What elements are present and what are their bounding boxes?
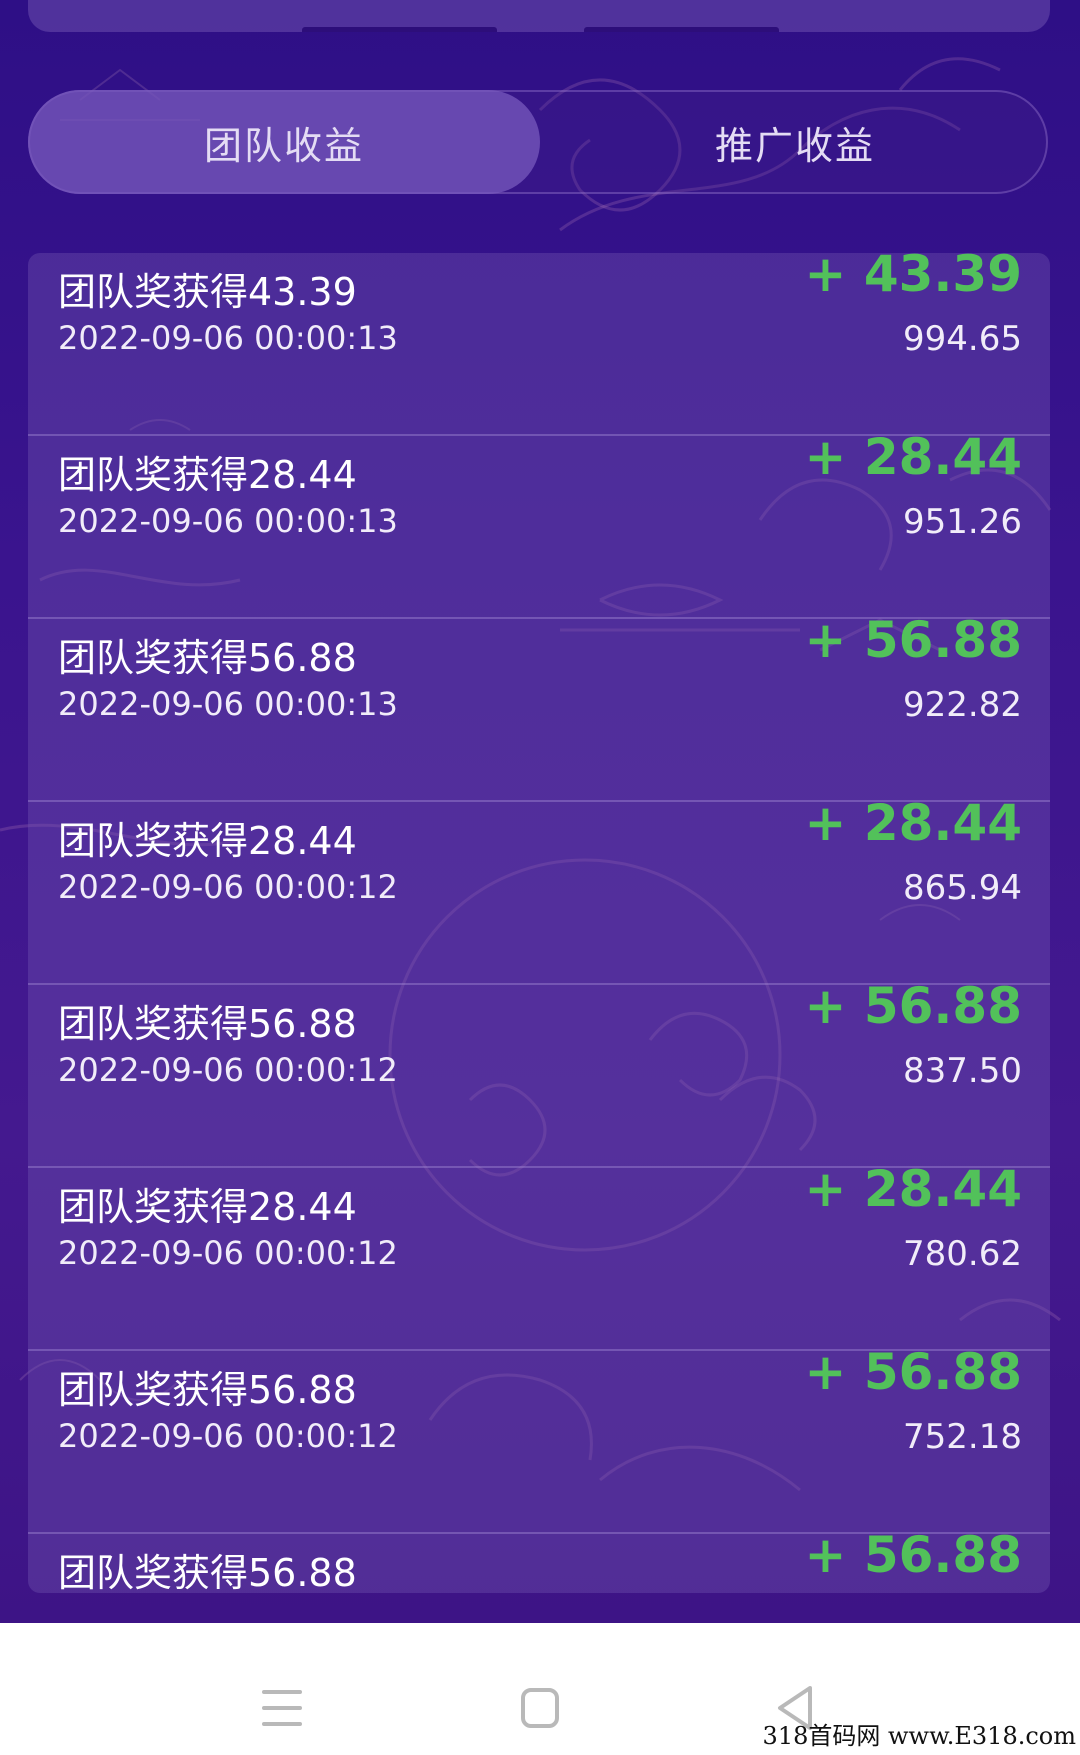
list-item[interactable]: 团队奖获得43.39 2022-09-06 00:00:13 + 43.39 9…	[28, 253, 1050, 436]
list-item[interactable]: 团队奖获得28.44 2022-09-06 00:00:13 + 28.44 9…	[28, 428, 1050, 619]
watermark-text: 318首码网 www.E318.com	[762, 1722, 1076, 1750]
record-amount: + 28.44	[804, 1160, 1022, 1218]
record-balance: 922.82	[903, 685, 1022, 725]
record-time: 2022-09-06 00:00:13	[58, 319, 398, 357]
record-amount: + 56.88	[804, 611, 1022, 669]
list-item[interactable]: 团队奖获得28.44 2022-09-06 00:00:12 + 28.44 7…	[28, 1160, 1050, 1351]
record-time: 2022-09-06 00:00:13	[58, 685, 398, 723]
tab-team-earnings[interactable]: 团队收益	[28, 90, 540, 194]
record-title: 团队奖获得28.44	[58, 1185, 357, 1229]
record-title: 团队奖获得56.88	[58, 1002, 357, 1046]
record-balance: 994.65	[903, 319, 1022, 359]
list-item[interactable]: 团队奖获得28.44 2022-09-06 00:00:12 + 28.44 8…	[28, 794, 1050, 985]
record-amount: + 56.88	[804, 1526, 1022, 1584]
record-title: 团队奖获得56.88	[58, 636, 357, 680]
menu-icon[interactable]	[252, 1678, 312, 1738]
record-balance: 865.94	[903, 868, 1022, 908]
record-time: 2022-09-06 00:00:13	[58, 502, 398, 540]
earnings-tab-bar: 团队收益 推广收益	[28, 90, 1048, 194]
record-title: 团队奖获得56.88	[58, 1551, 357, 1593]
earnings-record-list[interactable]: 团队奖获得43.39 2022-09-06 00:00:13 + 43.39 9…	[28, 253, 1050, 1593]
record-amount: + 56.88	[804, 1343, 1022, 1401]
record-title: 团队奖获得43.39	[58, 270, 357, 314]
record-title: 团队奖获得28.44	[58, 819, 357, 863]
record-balance: 837.50	[903, 1051, 1022, 1091]
record-amount: + 28.44	[804, 428, 1022, 486]
list-item[interactable]: 团队奖获得56.88 + 56.88	[28, 1526, 1050, 1593]
record-time: 2022-09-06 00:00:12	[58, 1234, 398, 1272]
tab-promotion-earnings[interactable]: 推广收益	[540, 90, 1050, 194]
record-title: 团队奖获得28.44	[58, 453, 357, 497]
list-item[interactable]: 团队奖获得56.88 2022-09-06 00:00:12 + 56.88 8…	[28, 977, 1050, 1168]
record-amount: + 43.39	[804, 253, 1022, 303]
record-amount: + 28.44	[804, 794, 1022, 852]
record-time: 2022-09-06 00:00:12	[58, 1051, 398, 1089]
record-balance: 780.62	[903, 1234, 1022, 1274]
list-item[interactable]: 团队奖获得56.88 2022-09-06 00:00:12 + 56.88 7…	[28, 1343, 1050, 1534]
top-card-edge	[28, 0, 1050, 32]
record-time: 2022-09-06 00:00:12	[58, 1417, 398, 1455]
system-navigation-bar: 318首码网 www.E318.com	[0, 1623, 1080, 1755]
top-card-button-a[interactable]	[302, 27, 497, 32]
record-time: 2022-09-06 00:00:12	[58, 868, 398, 906]
record-amount: + 56.88	[804, 977, 1022, 1035]
app-screen: 团队收益 推广收益 团队奖获得43.39 2022-09-06 00:00:13…	[0, 0, 1080, 1623]
record-balance: 951.26	[903, 502, 1022, 542]
list-item[interactable]: 团队奖获得56.88 2022-09-06 00:00:13 + 56.88 9…	[28, 611, 1050, 802]
top-card-button-b[interactable]	[584, 27, 779, 32]
record-balance: 752.18	[903, 1417, 1022, 1457]
record-title: 团队奖获得56.88	[58, 1368, 357, 1412]
home-icon[interactable]	[510, 1678, 570, 1738]
